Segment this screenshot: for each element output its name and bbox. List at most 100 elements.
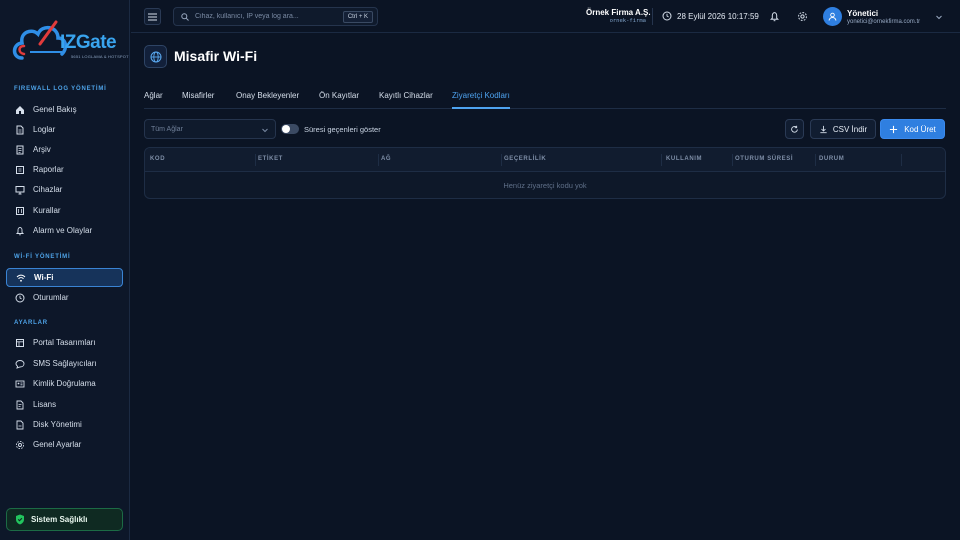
nav-section-settings: AYARLAR bbox=[14, 320, 48, 326]
sidebar-item-archive[interactable]: Arşiv bbox=[6, 140, 123, 159]
menu-toggle-button[interactable] bbox=[144, 8, 161, 25]
sidebar-item-label: Disk Yönetimi bbox=[33, 420, 82, 429]
tab-bar: Ağlar Misafirler Onay Bekleyenler Ön Kay… bbox=[144, 89, 946, 109]
disk-icon bbox=[16, 420, 24, 429]
table-empty-state: Henüz ziyaretçi kodu yok bbox=[503, 181, 587, 190]
file-icon bbox=[16, 125, 24, 134]
brand-logo[interactable]: IZGate 5651 LOGLAMA & HOTSPOT bbox=[10, 14, 129, 72]
wifi-icon bbox=[16, 274, 26, 282]
sidebar-item-label: Loglar bbox=[33, 125, 56, 134]
sidebar-item-sms-providers[interactable]: SMS Sağlayıcıları bbox=[6, 354, 123, 373]
download-icon bbox=[820, 125, 827, 133]
sidebar-item-alarms[interactable]: Alarm ve Olaylar bbox=[6, 221, 123, 240]
clock-icon bbox=[662, 11, 672, 21]
user-email: yonetici@ornekfirma.com.tr bbox=[847, 18, 921, 25]
column-header-status[interactable]: DURUM bbox=[819, 156, 844, 162]
user-name: Yönetici bbox=[847, 8, 879, 18]
generate-code-button[interactable]: Kod Üret bbox=[880, 119, 945, 139]
search-icon bbox=[181, 12, 189, 21]
tab-registered-devices[interactable]: Kayıtlı Cihazlar bbox=[379, 89, 433, 109]
datetime-text: 28 Eylül 2026 10:17:59 bbox=[677, 11, 759, 21]
column-divider bbox=[378, 154, 379, 166]
plus-icon bbox=[890, 125, 898, 133]
report-icon bbox=[16, 165, 24, 174]
topbar-divider bbox=[652, 8, 653, 25]
column-divider bbox=[255, 154, 256, 166]
settings-gear-icon[interactable] bbox=[797, 11, 808, 22]
column-header-session-duration[interactable]: OTURUM SÜRESİ bbox=[735, 156, 793, 162]
brand-subtitle: 5651 LOGLAMA & HOTSPOT bbox=[71, 54, 129, 59]
system-health-badge[interactable]: Sistem Sağlıklı bbox=[6, 508, 123, 531]
sidebar-item-devices[interactable]: Cihazlar bbox=[6, 180, 123, 199]
globe-icon bbox=[150, 51, 161, 62]
tab-visitor-codes[interactable]: Ziyaretçi Kodları bbox=[452, 89, 510, 109]
notifications-bell-icon[interactable] bbox=[769, 11, 780, 22]
sidebar-item-label: Alarm ve Olaylar bbox=[33, 226, 93, 235]
csv-download-button[interactable]: CSV İndir bbox=[810, 119, 876, 139]
monitor-icon bbox=[15, 185, 25, 194]
generate-code-label: Kod Üret bbox=[904, 124, 936, 134]
chevron-down-icon[interactable] bbox=[935, 13, 943, 21]
column-header-validity[interactable]: GEÇERLİLİK bbox=[504, 156, 546, 162]
user-icon bbox=[828, 12, 837, 21]
sidebar-item-label: Raporlar bbox=[33, 165, 64, 174]
sidebar-item-label: Kurallar bbox=[33, 206, 61, 215]
sidebar-item-logs[interactable]: Loglar bbox=[6, 120, 123, 139]
sidebar-item-label: Genel Bakış bbox=[33, 105, 77, 114]
column-header-code[interactable]: KOD bbox=[150, 156, 165, 162]
sidebar-item-label: SMS Sağlayıcıları bbox=[33, 359, 97, 368]
page-title: Misafir Wi-Fi bbox=[174, 48, 258, 64]
sidebar-item-rules[interactable]: Kurallar bbox=[6, 201, 123, 220]
refresh-button[interactable] bbox=[785, 119, 804, 139]
archive-icon bbox=[16, 145, 24, 154]
column-header-label[interactable]: ETİKET bbox=[258, 156, 283, 162]
tab-guests[interactable]: Misafirler bbox=[182, 89, 214, 109]
column-header-network[interactable]: AĞ bbox=[381, 156, 391, 162]
sidebar-item-general-settings[interactable]: Genel Ayarlar bbox=[6, 435, 123, 454]
sidebar-item-label: Portal Tasarımları bbox=[33, 338, 96, 347]
sidebar-item-reports[interactable]: Raporlar bbox=[6, 160, 123, 179]
sidebar-item-sessions[interactable]: Oturumlar bbox=[6, 288, 123, 307]
sidebar-item-overview[interactable]: Genel Bakış bbox=[6, 100, 123, 119]
company-name: Örnek Firma A.Ş. bbox=[586, 8, 651, 17]
gear-icon bbox=[15, 440, 25, 449]
column-divider bbox=[815, 154, 816, 166]
sidebar-item-portal-designs[interactable]: Portal Tasarımları bbox=[6, 333, 123, 352]
rules-icon bbox=[16, 206, 24, 215]
sidebar: IZGate 5651 LOGLAMA & HOTSPOT FIREWALL L… bbox=[0, 0, 130, 540]
nav-section-wifi: Wİ-Fİ YÖNETİMİ bbox=[14, 254, 71, 260]
topbar: Ctrl + K Örnek Firma A.Ş. ornek-firma 28… bbox=[131, 0, 960, 33]
global-search[interactable]: Ctrl + K bbox=[173, 7, 378, 26]
hamburger-icon bbox=[148, 13, 157, 20]
network-filter-value: Tüm Ağlar bbox=[151, 125, 183, 133]
tab-pending-approvals[interactable]: Onay Bekleyenler bbox=[236, 89, 299, 109]
tab-networks[interactable]: Ağlar bbox=[144, 89, 163, 109]
id-card-icon bbox=[15, 380, 25, 387]
sidebar-item-label: Arşiv bbox=[33, 145, 51, 154]
search-input[interactable] bbox=[195, 13, 345, 20]
show-expired-toggle[interactable] bbox=[281, 124, 299, 134]
tab-pre-registrations[interactable]: Ön Kayıtlar bbox=[319, 89, 359, 109]
csv-download-label: CSV İndir bbox=[832, 124, 868, 134]
column-header-usage[interactable]: KULLANIM bbox=[666, 156, 702, 162]
network-filter-select[interactable]: Tüm Ağlar bbox=[144, 119, 276, 139]
sidebar-item-wifi[interactable]: Wi-Fi bbox=[6, 268, 123, 287]
company-switcher[interactable]: Örnek Firma A.Ş. ornek-firma bbox=[586, 8, 651, 24]
user-menu[interactable]: Yönetici yonetici@ornekfirma.com.tr bbox=[823, 7, 920, 26]
show-expired-toggle-row[interactable]: Süresi geçenleri göster bbox=[281, 124, 381, 134]
bell-icon bbox=[15, 226, 25, 235]
sidebar-item-label: Cihazlar bbox=[33, 185, 63, 194]
clock-icon bbox=[15, 293, 25, 302]
company-code: ornek-firma bbox=[609, 18, 646, 24]
sidebar-item-license[interactable]: Lisans bbox=[6, 395, 123, 414]
chevron-down-icon bbox=[262, 128, 268, 133]
home-icon bbox=[16, 105, 24, 114]
table-header: KOD ETİKET AĞ GEÇERLİLİK KULLANIM OTURUM… bbox=[145, 148, 945, 172]
sidebar-item-disk[interactable]: Disk Yönetimi bbox=[6, 415, 123, 434]
sidebar-item-authentication[interactable]: Kimlik Doğrulama bbox=[6, 374, 123, 393]
visitor-codes-table: KOD ETİKET AĞ GEÇERLİLİK KULLANIM OTURUM… bbox=[144, 147, 946, 199]
brand-name: IZGate bbox=[60, 32, 117, 53]
search-shortcut-hint: Ctrl + K bbox=[342, 11, 373, 23]
refresh-icon bbox=[791, 125, 798, 133]
page-globe-icon-box bbox=[144, 45, 167, 68]
